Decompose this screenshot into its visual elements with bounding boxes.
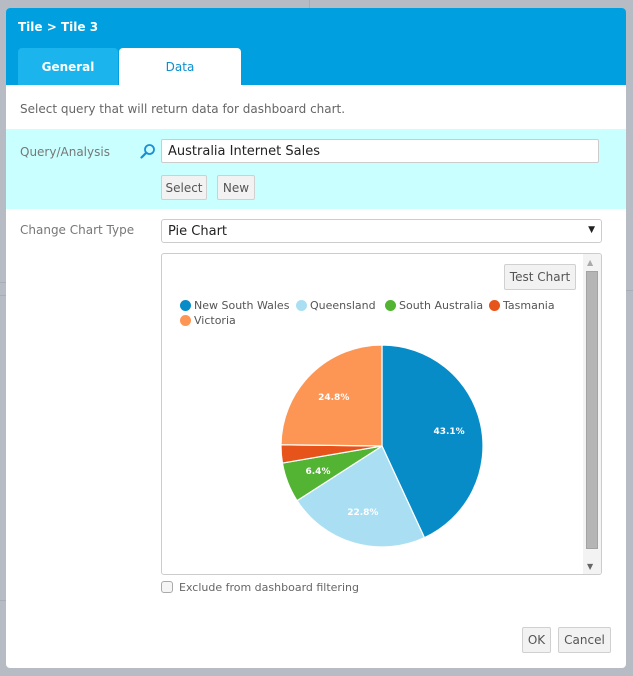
dropdown-arrow-icon: ▼ (588, 225, 595, 235)
pie-chart: 43.1% 22.8% 6.4% 24.8% (280, 344, 484, 548)
exclude-filtering-checkbox[interactable] (161, 581, 173, 593)
scroll-thumb[interactable] (586, 271, 598, 549)
select-button[interactable]: Select (161, 175, 207, 200)
pie-data-label: 43.1% (433, 427, 464, 437)
pie-data-label: 24.8% (318, 393, 349, 403)
exclude-filtering-label: Exclude from dashboard filtering (179, 581, 359, 594)
dialog-header: Tile > Tile 3 General Data (6, 8, 626, 85)
scroll-down-icon[interactable]: ▼ (587, 562, 593, 571)
chart-type-select[interactable]: Pie Chart ▼ (161, 219, 602, 243)
chart-preview-panel: Test Chart New South Wales Queensland Sout… (161, 253, 602, 575)
tab-general[interactable]: General (18, 48, 118, 85)
search-icon[interactable] (140, 143, 156, 159)
query-label: Query/Analysis (20, 145, 110, 159)
intro-text: Select query that will return data for d… (20, 102, 346, 116)
chart-type-value: Pie Chart (168, 224, 228, 239)
scroll-up-icon[interactable]: ▲ (587, 258, 593, 267)
chart-scrollbar[interactable]: ▲ ▼ (583, 254, 601, 574)
chart-type-label: Change Chart Type (20, 223, 135, 237)
pie-data-label: 22.8% (347, 508, 378, 518)
cancel-button[interactable]: Cancel (558, 627, 611, 653)
tile-settings-dialog: Tile > Tile 3 General Data Select query … (6, 8, 626, 668)
dialog-title: Tile > Tile 3 (18, 20, 99, 34)
new-button[interactable]: New (217, 175, 255, 200)
ok-button[interactable]: OK (522, 627, 551, 653)
query-input[interactable] (161, 139, 599, 163)
pie-data-label: 6.4% (306, 467, 331, 477)
tab-data[interactable]: Data (119, 48, 241, 85)
